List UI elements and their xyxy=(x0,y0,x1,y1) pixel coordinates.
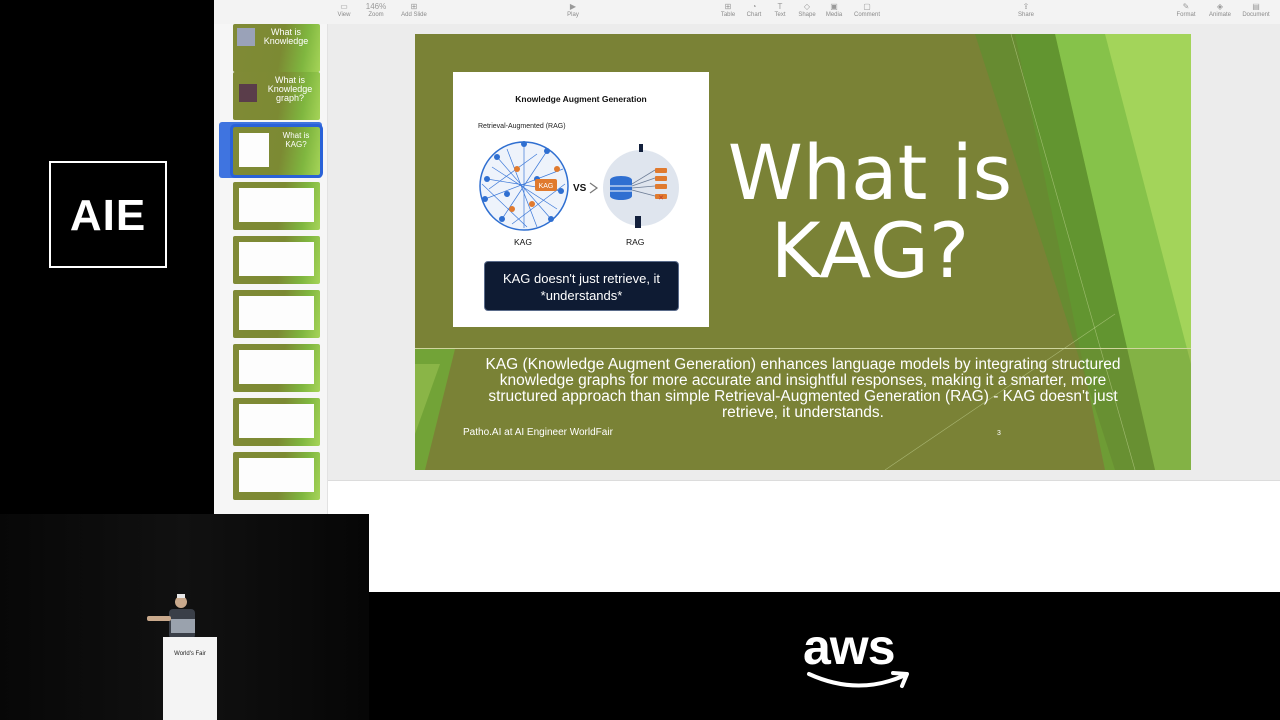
slide-number-label: 3 xyxy=(997,430,1001,437)
slide-divider xyxy=(415,348,1191,349)
document-icon: ▤ xyxy=(1252,2,1260,11)
aie-logo: AIE xyxy=(49,161,167,268)
slide-footer: Patho.AI at AI Engineer WorldFair xyxy=(463,427,613,438)
thumbnail-image xyxy=(239,188,314,222)
thumbnail-image xyxy=(239,458,314,492)
comment-button[interactable]: ▢ Comment xyxy=(847,2,887,18)
podium: World's Fair xyxy=(163,637,217,720)
comment-icon: ▢ xyxy=(863,2,871,11)
play-label: Play xyxy=(567,12,579,18)
share-icon: ⇪ xyxy=(1022,2,1030,11)
kag-vs-rag-figure: Knowledge Augment Generation Retrieval-A… xyxy=(453,72,709,327)
thumbnail-image xyxy=(237,28,255,46)
play-button[interactable]: ▶ Play xyxy=(553,2,593,18)
aie-logo-text: AIE xyxy=(69,191,147,240)
thumbnail-title: What is Knowledge graph? xyxy=(267,75,313,103)
thumbnail-image xyxy=(239,133,269,167)
animate-button[interactable]: ◈ Animate xyxy=(1200,2,1240,18)
callout-text: KAG doesn't just retrieve, it *understan… xyxy=(502,271,661,303)
figure-subheading: Retrieval-Augmented (RAG) xyxy=(478,123,566,130)
slide-title: What is KAG? xyxy=(727,128,1013,295)
rag-caption: RAG xyxy=(626,237,645,247)
add-slide-label: Add Slide xyxy=(401,12,427,18)
thumbnail-title: What is Knowledge xyxy=(263,27,309,46)
thumbnail-title: What is KAG? xyxy=(282,131,310,149)
slide-thumbnail-1[interactable]: What is Knowledge 1 xyxy=(233,24,320,72)
animate-icon: ◈ xyxy=(1216,2,1224,11)
share-label: Share xyxy=(1017,12,1034,18)
thumbnail-image xyxy=(239,242,314,276)
slide-navigator[interactable]: What is Knowledge 1 What is Knowledge gr… xyxy=(214,24,328,514)
media-label: Media xyxy=(825,12,843,18)
thumbnail-image xyxy=(239,296,314,330)
slide-body-text: KAG (Knowledge Augment Generation) enhan… xyxy=(485,356,1121,421)
document-label: Document xyxy=(1242,12,1270,18)
slide-thumbnail-2[interactable]: What is Knowledge graph? 2 xyxy=(233,72,320,120)
comment-label: Comment xyxy=(853,12,880,18)
slide-thumbnail-4[interactable]: 4 xyxy=(233,182,320,230)
slide-thumbnail-3[interactable]: What is KAG? 3 xyxy=(230,124,323,178)
aws-logo: aws xyxy=(803,619,913,694)
add-slide-button[interactable]: ⊞ Add Slide xyxy=(394,2,434,18)
svg-text:✕: ✕ xyxy=(658,195,664,202)
speaker-camera-feed: World's Fair xyxy=(0,514,369,720)
slide-thumbnail-5[interactable]: 5 xyxy=(233,236,320,284)
thumbnail-image xyxy=(239,350,314,384)
knowledge-graph-illustration: KAG xyxy=(479,141,569,231)
kag-caption: KAG xyxy=(514,237,532,247)
text-label: Text xyxy=(774,12,786,18)
zoom-label: Zoom xyxy=(368,12,384,18)
share-button[interactable]: ⇪ Share xyxy=(1006,2,1046,18)
aws-smile-arrow xyxy=(807,671,909,688)
figure-heading: Knowledge Augment Generation xyxy=(515,94,647,104)
current-slide[interactable]: Knowledge Augment Generation Retrieval-A… xyxy=(415,34,1191,470)
document-button[interactable]: ▤ Document xyxy=(1236,2,1276,18)
figure-callout: KAG doesn't just retrieve, it *understan… xyxy=(484,261,679,311)
play-icon: ▶ xyxy=(569,2,577,11)
zoom-button[interactable]: 146% Zoom xyxy=(356,2,396,18)
toolbar: ▭ View 146% Zoom ⊞ Add Slide ▶ Play ⊞ Ta… xyxy=(214,0,1280,25)
slide-thumbnail-8[interactable]: 8 xyxy=(233,398,320,446)
thumbnail-image xyxy=(239,404,314,438)
format-label: Format xyxy=(1176,12,1196,18)
zoom-value: 146% xyxy=(365,2,387,11)
kag-badge-text: KAG xyxy=(539,183,554,190)
rag-database-illustration: ✕ xyxy=(603,144,679,228)
view-label: View xyxy=(337,12,351,18)
aws-logo-text: aws xyxy=(803,619,896,675)
vs-label: VS xyxy=(573,183,587,194)
plus-icon: ⊞ xyxy=(410,2,418,11)
slide-thumbnail-9[interactable]: 9 xyxy=(233,452,320,500)
thumbnail-image xyxy=(239,84,257,102)
slide-thumbnail-7[interactable]: 7 xyxy=(233,344,320,392)
presenter-notes-area[interactable] xyxy=(328,480,1280,592)
podium-label: World's Fair xyxy=(174,651,206,657)
slide-thumbnail-6[interactable]: 6 xyxy=(233,290,320,338)
presentation-app-window: ▭ View 146% Zoom ⊞ Add Slide ▶ Play ⊞ Ta… xyxy=(214,0,1280,592)
animate-label: Animate xyxy=(1208,12,1231,18)
